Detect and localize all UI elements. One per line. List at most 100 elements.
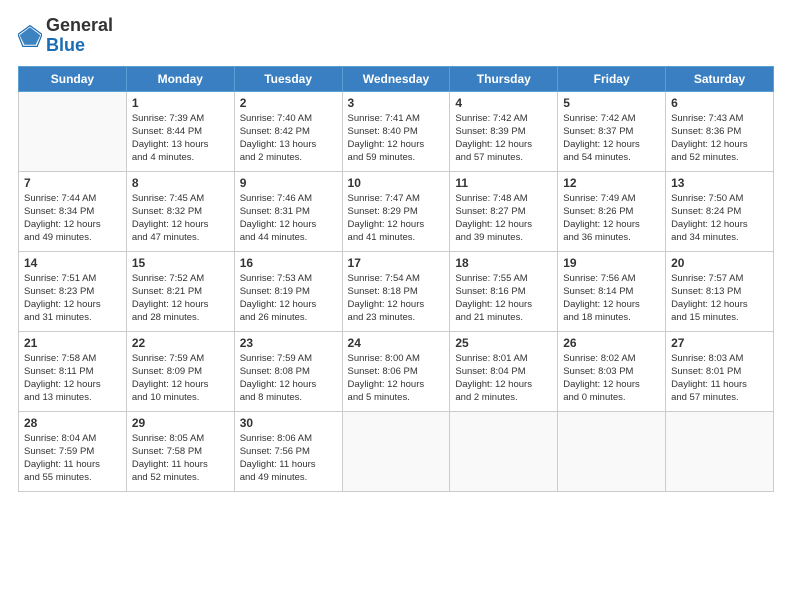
logo-blue: Blue <box>46 36 113 56</box>
calendar-day-header: Monday <box>126 66 234 91</box>
calendar-cell: 12Sunrise: 7:49 AM Sunset: 8:26 PM Dayli… <box>558 171 666 251</box>
day-number: 13 <box>671 176 768 190</box>
calendar-cell: 14 Sunrise: 7:51 AM Sunset: 8:23 PM Dayli… <box>19 251 127 331</box>
calendar-cell: 15 Sunrise: 7:52 AM Sunset: 8:21 PM Dayli… <box>126 251 234 331</box>
day-info: Sunrise: 7:58 AM Sunset: 8:11 PM Dayligh… <box>24 352 121 405</box>
day-number: 12 <box>563 176 660 190</box>
day-info: Sunrise: 7:47 AM Sunset: 8:29 PM Dayligh… <box>348 192 445 245</box>
day-number: 3 <box>348 96 445 110</box>
calendar-cell: 9 Sunrise: 7:46 AM Sunset: 8:31 PM Daylig… <box>234 171 342 251</box>
day-number: 1 <box>132 96 229 110</box>
day-number: 9 <box>240 176 337 190</box>
day-info: Sunrise: 8:00 AM Sunset: 8:06 PM Dayligh… <box>348 352 445 405</box>
day-info: Sunrise: 7:56 AM Sunset: 8:14 PM Dayligh… <box>563 272 660 325</box>
day-number: 28 <box>24 416 121 430</box>
calendar-cell <box>342 411 450 491</box>
day-number: 27 <box>671 336 768 350</box>
day-info: Sunrise: 7:45 AM Sunset: 8:32 PM Dayligh… <box>132 192 229 245</box>
day-info: Sunrise: 7:51 AM Sunset: 8:23 PM Dayligh… <box>24 272 121 325</box>
day-info: Sunrise: 7:52 AM Sunset: 8:21 PM Dayligh… <box>132 272 229 325</box>
day-number: 17 <box>348 256 445 270</box>
calendar-cell: 18Sunrise: 7:55 AM Sunset: 8:16 PM Dayli… <box>450 251 558 331</box>
day-number: 14 <box>24 256 121 270</box>
day-info: Sunrise: 7:39 AM Sunset: 8:44 PM Dayligh… <box>132 112 229 165</box>
calendar-week-row: 28 Sunrise: 8:04 AM Sunset: 7:59 PM Dayli… <box>19 411 774 491</box>
day-number: 11 <box>455 176 552 190</box>
day-number: 20 <box>671 256 768 270</box>
day-info: Sunrise: 8:04 AM Sunset: 7:59 PM Dayligh… <box>24 432 121 485</box>
day-number: 25 <box>455 336 552 350</box>
calendar-cell: 10 Sunrise: 7:47 AM Sunset: 8:29 PM Dayli… <box>342 171 450 251</box>
calendar-day-header: Saturday <box>666 66 774 91</box>
day-info: Sunrise: 7:41 AM Sunset: 8:40 PM Dayligh… <box>348 112 445 165</box>
calendar-cell: 27 Sunrise: 8:03 AM Sunset: 8:01 PM Dayli… <box>666 331 774 411</box>
day-info: Sunrise: 8:06 AM Sunset: 7:56 PM Dayligh… <box>240 432 337 485</box>
day-number: 10 <box>348 176 445 190</box>
day-info: Sunrise: 7:40 AM Sunset: 8:42 PM Dayligh… <box>240 112 337 165</box>
day-number: 29 <box>132 416 229 430</box>
day-info: Sunrise: 7:46 AM Sunset: 8:31 PM Dayligh… <box>240 192 337 245</box>
day-info: Sunrise: 8:03 AM Sunset: 8:01 PM Dayligh… <box>671 352 768 405</box>
day-number: 19 <box>563 256 660 270</box>
calendar-cell: 1 Sunrise: 7:39 AM Sunset: 8:44 PM Daylig… <box>126 91 234 171</box>
day-info: Sunrise: 7:43 AM Sunset: 8:36 PM Dayligh… <box>671 112 768 165</box>
calendar-week-row: 14 Sunrise: 7:51 AM Sunset: 8:23 PM Dayli… <box>19 251 774 331</box>
calendar-cell: 4Sunrise: 7:42 AM Sunset: 8:39 PM Daylig… <box>450 91 558 171</box>
day-info: Sunrise: 8:05 AM Sunset: 7:58 PM Dayligh… <box>132 432 229 485</box>
day-info: Sunrise: 7:57 AM Sunset: 8:13 PM Dayligh… <box>671 272 768 325</box>
calendar-cell: 28 Sunrise: 8:04 AM Sunset: 7:59 PM Dayli… <box>19 411 127 491</box>
calendar-cell: 23Sunrise: 7:59 AM Sunset: 8:08 PM Dayli… <box>234 331 342 411</box>
logo-icon <box>18 24 42 48</box>
calendar-cell: 11 Sunrise: 7:48 AM Sunset: 8:27 PM Dayli… <box>450 171 558 251</box>
day-info: Sunrise: 7:44 AM Sunset: 8:34 PM Dayligh… <box>24 192 121 245</box>
day-info: Sunrise: 8:01 AM Sunset: 8:04 PM Dayligh… <box>455 352 552 405</box>
calendar-day-header: Friday <box>558 66 666 91</box>
day-info: Sunrise: 8:02 AM Sunset: 8:03 PM Dayligh… <box>563 352 660 405</box>
day-number: 30 <box>240 416 337 430</box>
calendar-cell: 25 Sunrise: 8:01 AM Sunset: 8:04 PM Dayli… <box>450 331 558 411</box>
calendar-cell: 21 Sunrise: 7:58 AM Sunset: 8:11 PM Dayli… <box>19 331 127 411</box>
calendar-header-row: SundayMondayTuesdayWednesdayThursdayFrid… <box>19 66 774 91</box>
calendar-cell: 22 Sunrise: 7:59 AM Sunset: 8:09 PM Dayli… <box>126 331 234 411</box>
day-number: 16 <box>240 256 337 270</box>
page-header: General Blue <box>18 16 774 56</box>
calendar-week-row: 1 Sunrise: 7:39 AM Sunset: 8:44 PM Daylig… <box>19 91 774 171</box>
calendar-cell: 30 Sunrise: 8:06 AM Sunset: 7:56 PM Dayli… <box>234 411 342 491</box>
calendar-cell <box>666 411 774 491</box>
day-number: 4 <box>455 96 552 110</box>
day-info: Sunrise: 7:42 AM Sunset: 8:37 PM Dayligh… <box>563 112 660 165</box>
calendar-cell <box>558 411 666 491</box>
day-number: 15 <box>132 256 229 270</box>
calendar-cell: 17 Sunrise: 7:54 AM Sunset: 8:18 PM Dayli… <box>342 251 450 331</box>
calendar-cell: 13 Sunrise: 7:50 AM Sunset: 8:24 PM Dayli… <box>666 171 774 251</box>
day-number: 2 <box>240 96 337 110</box>
calendar-cell: 16 Sunrise: 7:53 AM Sunset: 8:19 PM Dayli… <box>234 251 342 331</box>
day-info: Sunrise: 7:55 AM Sunset: 8:16 PM Dayligh… <box>455 272 552 325</box>
day-number: 7 <box>24 176 121 190</box>
calendar-day-header: Sunday <box>19 66 127 91</box>
day-number: 22 <box>132 336 229 350</box>
calendar-cell: 20 Sunrise: 7:57 AM Sunset: 8:13 PM Dayli… <box>666 251 774 331</box>
calendar-day-header: Tuesday <box>234 66 342 91</box>
calendar-table: SundayMondayTuesdayWednesdayThursdayFrid… <box>18 66 774 492</box>
calendar-cell: 26 Sunrise: 8:02 AM Sunset: 8:03 PM Dayli… <box>558 331 666 411</box>
day-info: Sunrise: 7:54 AM Sunset: 8:18 PM Dayligh… <box>348 272 445 325</box>
day-info: Sunrise: 7:50 AM Sunset: 8:24 PM Dayligh… <box>671 192 768 245</box>
day-number: 21 <box>24 336 121 350</box>
calendar-cell: 5 Sunrise: 7:42 AM Sunset: 8:37 PM Daylig… <box>558 91 666 171</box>
calendar-cell: 24Sunrise: 8:00 AM Sunset: 8:06 PM Dayli… <box>342 331 450 411</box>
day-info: Sunrise: 7:48 AM Sunset: 8:27 PM Dayligh… <box>455 192 552 245</box>
day-info: Sunrise: 7:53 AM Sunset: 8:19 PM Dayligh… <box>240 272 337 325</box>
calendar-cell: 6 Sunrise: 7:43 AM Sunset: 8:36 PM Daylig… <box>666 91 774 171</box>
day-number: 6 <box>671 96 768 110</box>
calendar-cell: 29 Sunrise: 8:05 AM Sunset: 7:58 PM Dayli… <box>126 411 234 491</box>
day-info: Sunrise: 7:59 AM Sunset: 8:09 PM Dayligh… <box>132 352 229 405</box>
calendar-cell: 7 Sunrise: 7:44 AM Sunset: 8:34 PM Daylig… <box>19 171 127 251</box>
day-number: 26 <box>563 336 660 350</box>
logo-general: General <box>46 15 113 35</box>
calendar-cell: 8Sunrise: 7:45 AM Sunset: 8:32 PM Daylig… <box>126 171 234 251</box>
calendar-day-header: Wednesday <box>342 66 450 91</box>
calendar-cell <box>450 411 558 491</box>
day-number: 5 <box>563 96 660 110</box>
logo: General Blue <box>18 16 113 56</box>
